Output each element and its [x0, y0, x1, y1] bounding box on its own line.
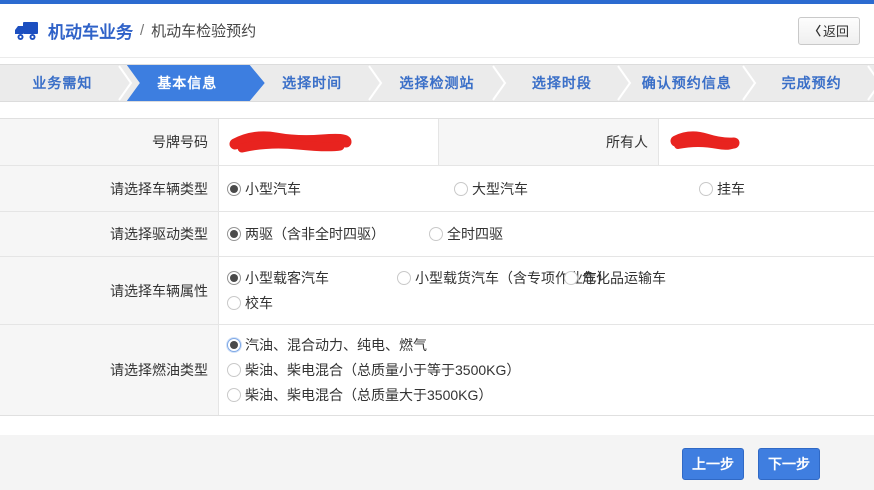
radio-unselected-icon[interactable] [699, 182, 713, 196]
radio-option[interactable]: 小型汽车 [227, 179, 454, 199]
radio-option[interactable]: 小型载客汽车 [227, 268, 397, 288]
plate-owner-row: 号牌号码 所有人 [0, 119, 874, 166]
radio-option-label: 柴油、柴电混合（总质量大于3500KG） [245, 385, 492, 405]
radio-option[interactable]: 危化品运输车 [564, 268, 666, 288]
step-separator-icon [866, 65, 874, 101]
options-group: 汽油、混合动力、纯电、燃气柴油、柴电混合（总质量小于等于3500KG） 柴油、柴电… [219, 325, 874, 415]
radio-option-label: 大型汽车 [472, 179, 528, 199]
step-label: 确认预约信息 [642, 73, 732, 93]
options-line: 两驱（含非全时四驱） 全时四驱 [227, 222, 874, 247]
next-step-button[interactable]: 下一步 [758, 448, 820, 480]
page-title: 机动车业务 [48, 18, 133, 43]
options-group: 两驱（含非全时四驱） 全时四驱 [219, 212, 874, 256]
radio-option-label: 汽油、混合动力、纯电、燃气 [245, 335, 427, 355]
back-button[interactable]: 〈 返回 [798, 17, 860, 45]
owner-label: 所有人 [439, 119, 659, 165]
radio-option-label: 小型载客汽车 [245, 268, 329, 288]
step-label: 选择时段 [532, 73, 592, 93]
step-item-1[interactable]: 业务需知 [0, 65, 125, 101]
radio-option-label: 危化品运输车 [582, 268, 666, 288]
radio-option-label: 柴油、柴电混合（总质量小于等于3500KG） [245, 360, 520, 380]
radio-option[interactable]: 柴油、柴电混合（总质量小于等于3500KG） [227, 360, 520, 380]
plate-number-label: 号牌号码 [0, 119, 219, 165]
form-row-label: 请选择驱动类型 [0, 212, 219, 256]
step-label: 基本信息 [157, 73, 217, 93]
radio-unselected-icon[interactable] [397, 271, 411, 285]
step-item-4[interactable]: 选择检测站 [375, 65, 500, 101]
footer-actions: 上一步 下一步 [0, 435, 874, 490]
back-chevron-icon: 〈 [809, 22, 821, 39]
options-line: 小型汽车 大型汽车 挂车 [227, 176, 874, 201]
radio-selected-icon[interactable] [227, 338, 241, 352]
truck-icon [14, 20, 40, 42]
radio-option[interactable]: 汽油、混合动力、纯电、燃气 [227, 335, 427, 355]
options-line: 校车 [227, 291, 874, 316]
radio-unselected-icon[interactable] [227, 388, 241, 402]
radio-unselected-icon[interactable] [429, 227, 443, 241]
radio-option[interactable]: 两驱（含非全时四驱） [227, 224, 429, 244]
options-group: 小型载客汽车 小型载货汽车（含专项作业车） 危化品运输车校车 [219, 257, 874, 324]
form-row: 请选择车辆属性 小型载客汽车 小型载货汽车（含专项作业车） 危化品运输车校车 [0, 257, 874, 325]
step-item-6[interactable]: 确认预约信息 [624, 65, 749, 101]
form-rows-container: 请选择车辆类型小型汽车大型汽车挂车请选择驱动类型两驱（含非全时四驱）全时四驱请选… [0, 166, 874, 415]
redacted-owner-scribble [668, 130, 742, 154]
radio-unselected-icon[interactable] [564, 271, 578, 285]
options-line: 柴油、柴电混合（总质量大于3500KG） [227, 383, 874, 408]
step-item-5[interactable]: 选择时段 [499, 65, 624, 101]
radio-unselected-icon[interactable] [227, 296, 241, 310]
form-row: 请选择车辆类型 小型汽车 大型汽车 挂车 [0, 166, 874, 212]
radio-option[interactable]: 小型载货汽车（含专项作业车） [397, 268, 564, 288]
appointment-form: 号牌号码 所有人 请选择车辆类型小型汽车大型汽车挂车请选择驱动类型两驱（含非全时… [0, 118, 874, 416]
step-label: 业务需知 [32, 73, 92, 93]
radio-selected-icon[interactable] [227, 182, 241, 196]
options-line: 小型载客汽车 小型载货汽车（含专项作业车） 危化品运输车 [227, 266, 874, 291]
radio-option[interactable]: 柴油、柴电混合（总质量大于3500KG） [227, 385, 492, 405]
radio-selected-icon[interactable] [227, 271, 241, 285]
radio-selected-icon[interactable] [227, 227, 241, 241]
radio-option-label: 挂车 [717, 179, 745, 199]
radio-unselected-icon[interactable] [454, 182, 468, 196]
radio-option-label: 两驱（含非全时四驱） [245, 224, 385, 244]
radio-option[interactable]: 大型汽车 [454, 179, 699, 199]
page-header: 机动车业务 / 机动车检验预约 〈 返回 [0, 4, 874, 58]
steps-bar: 业务需知 基本信息 选择时间 选择检测站 选择时段 确认预约信息 完成预约 [0, 64, 874, 102]
radio-option-label: 全时四驱 [447, 224, 503, 244]
form-row: 请选择燃油类型汽油、混合动力、纯电、燃气柴油、柴电混合（总质量小于等于3500K… [0, 325, 874, 415]
form-row-label: 请选择车辆类型 [0, 166, 219, 211]
form-row-label: 请选择燃油类型 [0, 325, 219, 415]
radio-unselected-icon[interactable] [227, 363, 241, 377]
breadcrumb-current: 机动车检验预约 [151, 20, 256, 41]
radio-option[interactable]: 挂车 [699, 179, 745, 199]
radio-option[interactable]: 校车 [227, 293, 273, 313]
options-line: 柴油、柴电混合（总质量小于等于3500KG） [227, 358, 874, 383]
radio-option-label: 校车 [245, 293, 273, 313]
form-row-label: 请选择车辆属性 [0, 257, 219, 324]
redacted-plate-scribble [228, 129, 353, 155]
radio-option[interactable]: 全时四驱 [429, 224, 503, 244]
plate-number-value [219, 119, 439, 165]
form-row: 请选择驱动类型 两驱（含非全时四驱） 全时四驱 [0, 212, 874, 257]
back-button-label: 返回 [823, 21, 849, 40]
step-label: 选择检测站 [400, 73, 475, 93]
prev-step-button[interactable]: 上一步 [682, 448, 744, 480]
owner-value [659, 119, 874, 165]
step-item-3[interactable]: 选择时间 [250, 65, 375, 101]
step-label: 完成预约 [782, 73, 842, 93]
breadcrumb-separator: / [140, 22, 144, 39]
radio-option-label: 小型汽车 [245, 179, 301, 199]
options-line: 汽油、混合动力、纯电、燃气 [227, 333, 874, 358]
step-item-2[interactable]: 基本信息 [125, 65, 250, 101]
options-group: 小型汽车 大型汽车 挂车 [219, 166, 874, 211]
step-label: 选择时间 [282, 73, 342, 93]
step-item-7[interactable]: 完成预约 [749, 65, 874, 101]
